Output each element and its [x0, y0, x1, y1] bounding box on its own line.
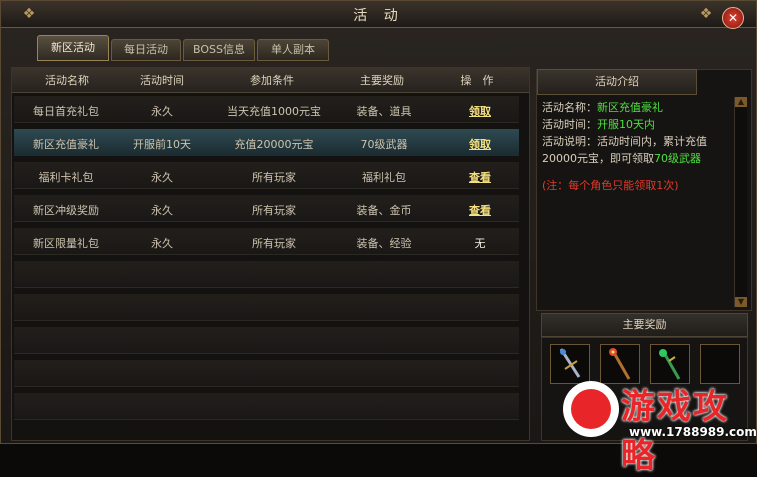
table-row-selected[interactable]: 新区充值豪礼 开服前10天 充值20000元宝 70级武器 领取: [14, 129, 519, 156]
empty-row: [14, 327, 519, 354]
tab-new-server[interactable]: 新区活动: [37, 35, 109, 61]
table-row[interactable]: 每日首充礼包 永久 当天充值1000元宝 装备、道具 领取: [14, 96, 519, 123]
desc-value: 70级武器: [654, 152, 701, 165]
cell-time: 永久: [151, 171, 173, 184]
col-condition: 参加条件: [250, 74, 294, 87]
ornament-right-icon: ❖: [699, 6, 713, 22]
watermark: 游戏攻略 www.1788989.com: [563, 379, 757, 476]
name-value: 新区充值豪礼: [597, 101, 663, 114]
cell-name: 每日首充礼包: [33, 105, 99, 118]
cell-reward: 装备、经验: [356, 237, 412, 250]
reward-slot[interactable]: [650, 344, 690, 384]
scepter-icon: [659, 349, 681, 380]
activity-table: 活动名称 活动时间 参加条件 主要奖励 操 作 每日首充礼包 永久 当天充值10…: [11, 67, 530, 441]
rewards-header: 主要奖励: [541, 313, 748, 337]
activity-window: ❖ 活 动 ❖ ✕ 新区活动 每日活动 BOSS信息 单人副本 活动名称 活动时…: [0, 0, 757, 476]
scroll-down-icon[interactable]: ▼: [735, 297, 747, 307]
claim-link[interactable]: 领取: [458, 103, 502, 119]
cell-time: 开服前10天: [133, 138, 191, 151]
col-name: 活动名称: [45, 74, 89, 87]
cell-name: 新区限量礼包: [33, 237, 99, 250]
table-row[interactable]: 新区冲级奖励 永久 所有玩家 装备、金币 查看: [14, 195, 519, 222]
intro-text: 活动名称：新区充值豪礼 活动时间：开服10天内 活动说明：活动时间内，累计充值2…: [542, 99, 730, 194]
cell-reward: 福利礼包: [362, 171, 406, 184]
cell-condition: 所有玩家: [252, 204, 296, 217]
cell-condition: 当天充值1000元宝: [227, 105, 321, 118]
table-row[interactable]: 新区限量礼包 永久 所有玩家 装备、经验 无: [14, 228, 519, 255]
col-action: 操 作: [460, 74, 494, 87]
table-header: 活动名称 活动时间 参加条件 主要奖励 操 作: [12, 68, 529, 93]
cell-name: 福利卡礼包: [38, 171, 94, 184]
cell-reward: 装备、金币: [356, 204, 412, 217]
watermark-url: www.1788989.com: [629, 425, 757, 439]
action-none: 无: [474, 237, 486, 250]
reward-slot[interactable]: [600, 344, 640, 384]
claim-link[interactable]: 领取: [458, 136, 502, 152]
reward-slot[interactable]: [550, 344, 590, 384]
cell-name: 新区充值豪礼: [33, 138, 99, 151]
col-time: 活动时间: [140, 74, 184, 87]
empty-row: [14, 294, 519, 321]
cell-condition: 充值20000元宝: [234, 138, 314, 151]
empty-row: [14, 393, 519, 420]
title-bar: ❖ 活 动 ❖ ✕: [1, 1, 756, 29]
window-title: 活 动: [353, 8, 404, 24]
time-value: 开服10天内: [597, 118, 655, 131]
scroll-up-icon[interactable]: ▲: [735, 97, 747, 107]
cell-time: 永久: [151, 204, 173, 217]
tab-solo-dungeon[interactable]: 单人副本: [257, 39, 329, 61]
cell-condition: 所有玩家: [252, 171, 296, 184]
col-reward: 主要奖励: [360, 74, 404, 87]
cell-reward: 装备、道具: [356, 105, 412, 118]
reward-slot-empty[interactable]: [700, 344, 740, 384]
time-label: 活动时间：: [542, 118, 597, 131]
intro-scrollbar[interactable]: ▲ ▼: [734, 97, 747, 307]
cell-time: 永久: [151, 237, 173, 250]
view-link[interactable]: 查看: [458, 202, 502, 218]
cell-time: 永久: [151, 105, 173, 118]
cell-name: 新区冲级奖励: [33, 204, 99, 217]
note-text: (注：每个角色只能领取1次): [542, 179, 679, 192]
name-label: 活动名称：: [542, 101, 597, 114]
view-link[interactable]: 查看: [458, 169, 502, 185]
tab-boss[interactable]: BOSS信息: [183, 39, 255, 61]
intro-header: 活动介绍: [537, 69, 697, 95]
cell-condition: 所有玩家: [252, 237, 296, 250]
table-row[interactable]: 福利卡礼包 永久 所有玩家 福利礼包 查看: [14, 162, 519, 189]
staff-icon: [609, 348, 631, 380]
empty-row: [14, 261, 519, 288]
close-icon[interactable]: ✕: [722, 7, 744, 29]
cell-reward: 70级武器: [360, 138, 408, 151]
watermark-logo-icon: [563, 381, 619, 437]
tab-daily[interactable]: 每日活动: [111, 39, 181, 61]
empty-row: [14, 360, 519, 387]
sword-icon: [559, 348, 581, 378]
